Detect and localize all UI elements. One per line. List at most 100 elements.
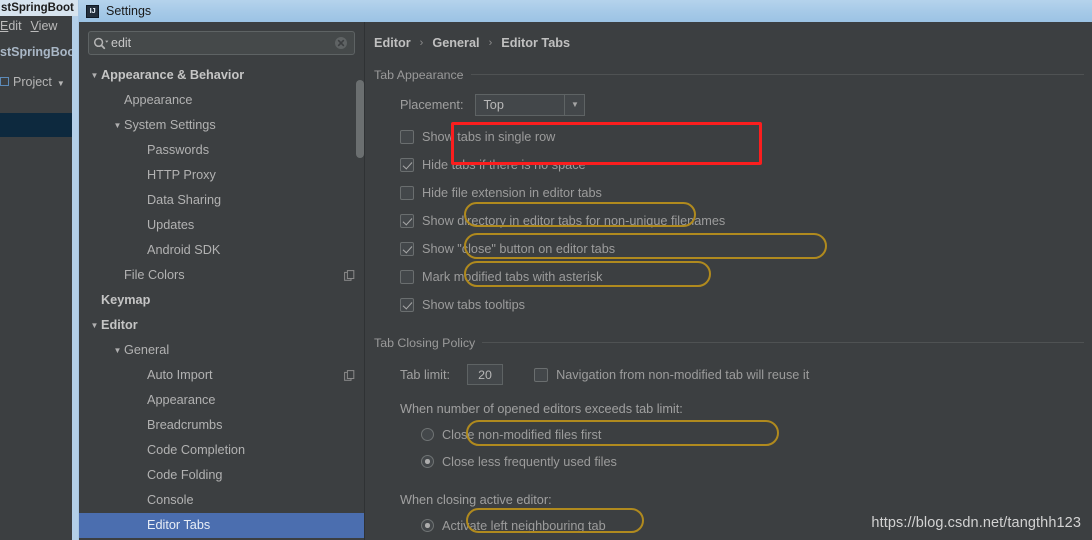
settings-tree[interactable]: ▼ Appearance & Behavior Appearance ▼ System…	[79, 63, 364, 540]
checkbox-hide-tabs-if-there-is-no-space[interactable]	[400, 158, 414, 172]
tree-arrow-spacer	[134, 438, 147, 463]
sidebar-item-code-folding[interactable]: Code Folding	[79, 463, 364, 488]
project-panel-icon	[0, 77, 9, 87]
menu-item-edit[interactable]: Edit	[0, 19, 22, 33]
dialog-title-bar: IJ Settings	[79, 0, 1092, 22]
sidebar-item-label: Passwords	[147, 143, 210, 157]
navigation-reuse-checkbox[interactable]	[534, 367, 549, 382]
search-icon[interactable]	[89, 32, 113, 54]
sidebar-item-console[interactable]: Console	[79, 488, 364, 513]
ide-navigation-bar: stSpringBoo	[0, 45, 75, 59]
sidebar-item-passwords[interactable]: Passwords	[79, 138, 364, 163]
placement-row: Placement: Top ▼	[400, 92, 1084, 117]
triangle-down-icon[interactable]: ▼	[564, 94, 584, 115]
checkbox-mark-modified-tabs-with-asterisk[interactable]	[400, 270, 414, 284]
breadcrumb: Editor › General › Editor Tabs	[374, 34, 570, 52]
radio-label: Close non-modified files first	[442, 427, 602, 442]
chevron-down-icon[interactable]: ▼	[88, 63, 101, 88]
checkbox-show-tabs-in-single-row[interactable]	[400, 130, 414, 144]
tool-window-project[interactable]: Project ▼	[0, 68, 78, 96]
sidebar-item-data-sharing[interactable]: Data Sharing	[79, 188, 364, 213]
tree-scrollbar-thumb[interactable]	[356, 80, 364, 158]
checkbox-hide-file-extension-in-editor-tabs[interactable]	[400, 186, 414, 200]
radio-close-less-frequently-used-files[interactable]	[421, 455, 434, 468]
sidebar-item-file-colors[interactable]: File Colors	[79, 263, 364, 288]
tree-arrow-spacer	[134, 513, 147, 538]
tab-closing-policy-title: Tab Closing Policy	[374, 335, 476, 350]
sidebar-item-label: Appearance	[147, 393, 216, 407]
sidebar-item-label: Auto Import	[147, 368, 213, 382]
checkbox-row[interactable]: Show "close" button on editor tabs	[400, 235, 1084, 263]
checkbox-label: Hide tabs if there is no space	[422, 158, 586, 172]
chevron-down-icon[interactable]: ▼	[111, 113, 124, 138]
radio-close-non-modified-files-first[interactable]	[421, 428, 434, 441]
ide-window-title: stSpringBoot	[0, 0, 78, 16]
checkbox-row[interactable]: Show tabs in single row	[400, 123, 1084, 151]
tree-arrow-spacer	[134, 213, 147, 238]
sidebar-item-label: System Settings	[124, 118, 216, 132]
checkbox-show-close-button-on-editor-tabs[interactable]	[400, 242, 414, 256]
tab-closing-policy-group: Tab Closing Policy Tab limit: Navigation…	[374, 334, 1084, 539]
sidebar-item-android-sdk[interactable]: Android SDK	[79, 238, 364, 263]
tab-limit-input[interactable]	[467, 364, 504, 385]
checkbox-show-tabs-tooltips[interactable]	[400, 298, 414, 312]
sidebar-item-general[interactable]: ▼ General	[79, 338, 364, 363]
sidebar-item-updates[interactable]: Updates	[79, 213, 364, 238]
sidebar-item-label: Appearance	[124, 93, 193, 107]
radio-row[interactable]: Close non-modified files first	[421, 421, 1084, 448]
sidebar-item-label: Editor	[101, 318, 138, 332]
sidebar-item-label: Code Folding	[147, 468, 223, 482]
chevron-down-icon[interactable]: ▼	[57, 79, 65, 88]
group-separator-line	[482, 342, 1084, 343]
sidebar-item-label: HTTP Proxy	[147, 168, 216, 182]
sidebar-item-system-settings[interactable]: ▼ System Settings	[79, 113, 364, 138]
tree-arrow-spacer	[134, 163, 147, 188]
copy-settings-icon[interactable]	[344, 270, 355, 281]
sidebar-item-http-proxy[interactable]: HTTP Proxy	[79, 163, 364, 188]
checkbox-row[interactable]: Hide tabs if there is no space	[400, 151, 1084, 179]
checkbox-row[interactable]: Show tabs tooltips	[400, 291, 1084, 319]
radio-row[interactable]: Close less frequently used files	[421, 448, 1084, 475]
breadcrumb-item[interactable]: Editor	[374, 36, 411, 50]
exceeds-limit-row: When number of opened editors exceeds ta…	[400, 396, 1084, 421]
sidebar-item-code-completion[interactable]: Code Completion	[79, 438, 364, 463]
tab-appearance-header: Tab Appearance	[374, 66, 1084, 83]
watermark: https://blog.csdn.net/tangthh123	[871, 515, 1081, 531]
tree-arrow-spacer	[134, 238, 147, 263]
radio-label: Activate left neighbouring tab	[442, 518, 606, 533]
checkbox-show-directory-in-editor-tabs-for-non-unique-filenames[interactable]	[400, 214, 414, 228]
sidebar-item-auto-import[interactable]: Auto Import	[79, 363, 364, 388]
chevron-down-icon[interactable]: ▼	[111, 338, 124, 363]
sidebar-item-appearance-behavior[interactable]: ▼ Appearance & Behavior	[79, 63, 364, 88]
tab-closing-policy-header: Tab Closing Policy	[374, 334, 1084, 351]
checkbox-row[interactable]: Mark modified tabs with asterisk	[400, 263, 1084, 291]
breadcrumb-separator: ›	[419, 37, 424, 49]
chevron-down-icon[interactable]: ▼	[88, 313, 101, 338]
tree-arrow-spacer	[111, 263, 124, 288]
search-input[interactable]	[111, 36, 328, 50]
search-box[interactable]	[88, 31, 355, 55]
ide-menu-bar: Edit View	[0, 16, 78, 37]
checkbox-label: Mark modified tabs with asterisk	[422, 270, 603, 284]
clear-icon[interactable]	[328, 32, 354, 54]
sidebar-item-keymap[interactable]: Keymap	[79, 288, 364, 313]
sidebar-item-editor-tabs[interactable]: Editor Tabs	[79, 513, 364, 538]
ide-background: stSpringBoot Edit View stSpringBoo Projec…	[0, 0, 78, 540]
sidebar-item-editor[interactable]: ▼ Editor	[79, 313, 364, 338]
copy-settings-icon[interactable]	[344, 370, 355, 381]
breadcrumb-item[interactable]: Editor Tabs	[501, 36, 570, 50]
sidebar-item-label: Appearance & Behavior	[101, 68, 245, 82]
sidebar-item-appearance[interactable]: Appearance	[79, 388, 364, 413]
checkbox-row[interactable]: Hide file extension in editor tabs	[400, 179, 1084, 207]
sidebar-item-label: Breadcrumbs	[147, 418, 223, 432]
tree-arrow-spacer	[111, 88, 124, 113]
radio-activate-left-neighbouring-tab[interactable]	[421, 519, 434, 532]
checkbox-row[interactable]: Show directory in editor tabs for non-un…	[400, 207, 1084, 235]
breadcrumb-item[interactable]: General	[432, 36, 479, 50]
dialog-title: Settings	[106, 4, 152, 18]
sidebar-item-appearance[interactable]: Appearance	[79, 88, 364, 113]
sidebar-item-breadcrumbs[interactable]: Breadcrumbs	[79, 413, 364, 438]
menu-item-view[interactable]: View	[31, 19, 58, 33]
settings-right-pane: Editor › General › Editor Tabs Tab Appearanc…	[365, 22, 1092, 540]
placement-combobox[interactable]: Top ▼	[475, 93, 586, 116]
